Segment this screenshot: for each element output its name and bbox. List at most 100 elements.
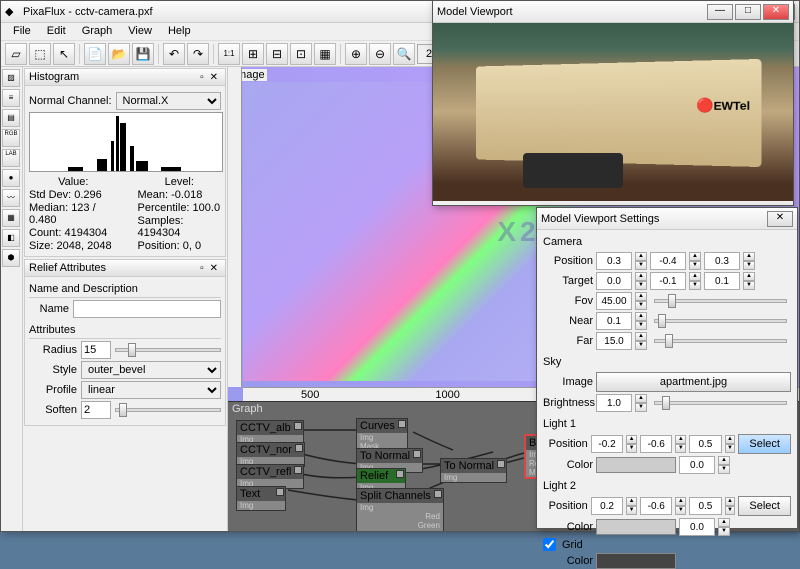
l2-y[interactable]: -0.6 xyxy=(640,497,672,515)
profile-select[interactable]: linear xyxy=(81,381,221,399)
tool-cube-icon[interactable]: ◧ xyxy=(2,229,20,247)
zoomin-icon[interactable]: ⊕ xyxy=(345,43,367,65)
camera-model: 🔴EWTel xyxy=(476,59,761,167)
l1-color[interactable] xyxy=(596,457,676,473)
camtgt-y[interactable]: -0.1 xyxy=(650,272,686,290)
l1-x[interactable]: -0.2 xyxy=(591,435,623,453)
node-curves[interactable]: CurvesImgMask xyxy=(356,418,408,452)
stat-samples: Samples: 4194304 xyxy=(138,215,221,239)
bright-input[interactable]: 1.0 xyxy=(596,394,632,412)
camera-logo: 🔴EWTel xyxy=(696,97,750,114)
menu-help[interactable]: Help xyxy=(160,23,199,40)
vp-max-button[interactable]: □ xyxy=(735,4,761,20)
sky-section: Sky xyxy=(537,354,797,370)
name-input[interactable] xyxy=(73,300,221,318)
select-icon[interactable]: ⬚ xyxy=(29,43,51,65)
soften-label: Soften xyxy=(29,404,77,416)
bright-slider[interactable] xyxy=(654,401,787,405)
soften-slider[interactable] xyxy=(115,408,221,412)
settings-window[interactable]: Model Viewport Settings✕ Camera Position… xyxy=(536,207,798,529)
grid-checkbox[interactable] xyxy=(543,538,556,551)
far-input[interactable]: 15.0 xyxy=(596,332,632,350)
radius-label: Radius xyxy=(29,344,77,356)
panel-close-icon[interactable]: ✕ xyxy=(207,263,221,274)
panel-close-icon[interactable]: ✕ xyxy=(207,72,221,83)
campos-x[interactable]: 0.3 xyxy=(596,252,632,270)
channel-select[interactable]: Normal.X xyxy=(116,92,221,110)
far-slider[interactable] xyxy=(654,339,787,343)
stat-position: Position: 0, 0 xyxy=(138,240,221,252)
l1-z[interactable]: 0.5 xyxy=(689,435,721,453)
grid3-icon[interactable]: ⊡ xyxy=(290,43,312,65)
graph-label: Graph xyxy=(232,403,263,415)
viewport-window[interactable]: Model Viewport —□✕ 🔴EWTel xyxy=(432,0,794,206)
set-close-button[interactable]: ✕ xyxy=(767,211,793,227)
undo-icon[interactable]: ↶ xyxy=(163,43,185,65)
pointer-icon[interactable]: ↖ xyxy=(53,43,75,65)
radius-input[interactable] xyxy=(81,341,111,359)
vp-min-button[interactable]: — xyxy=(707,4,733,20)
menu-graph[interactable]: Graph xyxy=(74,23,121,40)
l2-select-button[interactable]: Select xyxy=(738,496,791,516)
fit-icon[interactable]: 1:1 xyxy=(218,43,240,65)
left-toolbar: ▨ ≡ ▤ RGB LAB ● 〰 ▦ ◧ ⬢ xyxy=(1,67,23,531)
zoom-icon[interactable]: 🔍 xyxy=(393,43,415,65)
node-tonormal2[interactable]: To NormalImg xyxy=(440,458,507,483)
vp-close-button[interactable]: ✕ xyxy=(763,4,789,20)
style-select[interactable]: outer_bevel xyxy=(81,361,221,379)
tool-rgb-icon[interactable]: RGB xyxy=(2,129,20,147)
fov-label: Fov xyxy=(543,295,593,307)
save-icon[interactable]: 💾 xyxy=(132,43,154,65)
zoomout-icon[interactable]: ⊖ xyxy=(369,43,391,65)
l2-color[interactable] xyxy=(596,519,676,535)
viewport-title: Model Viewport xyxy=(437,6,707,18)
grid-color[interactable] xyxy=(596,553,676,569)
tool-sphere-icon[interactable]: ● xyxy=(2,169,20,187)
tool-layers-icon[interactable]: ≡ xyxy=(2,89,20,107)
grid4-icon[interactable]: ▦ xyxy=(314,43,336,65)
camtgt-x[interactable]: 0.0 xyxy=(596,272,632,290)
tool-3d-icon[interactable]: ⬢ xyxy=(2,249,20,267)
tool-blend-icon[interactable]: ▤ xyxy=(2,109,20,127)
menu-file[interactable]: File xyxy=(5,23,39,40)
menu-edit[interactable]: Edit xyxy=(39,23,74,40)
open-icon[interactable]: 📂 xyxy=(108,43,130,65)
attr-label: Attributes xyxy=(29,322,221,339)
app-icon: ◆ xyxy=(5,5,19,19)
new-icon[interactable]: ▱ xyxy=(5,43,27,65)
soften-input[interactable] xyxy=(81,401,111,419)
panel-float-icon[interactable]: ▫ xyxy=(197,263,207,274)
node-text[interactable]: TextImg xyxy=(236,486,286,511)
stat-stddev: Std Dev: 0.296 xyxy=(29,189,118,201)
pos-label: Position xyxy=(543,255,593,267)
camtgt-z[interactable]: 0.1 xyxy=(704,272,740,290)
tool-graph-icon[interactable]: 〰 xyxy=(2,189,20,207)
grid2-icon[interactable]: ⊟ xyxy=(266,43,288,65)
campos-z[interactable]: 0.3 xyxy=(704,252,740,270)
campos-y[interactable]: -0.4 xyxy=(650,252,686,270)
l2-x[interactable]: 0.2 xyxy=(591,497,623,515)
viewport-3d[interactable]: 🔴EWTel xyxy=(433,23,793,201)
tool-lab-icon[interactable]: LAB xyxy=(2,149,20,167)
l2-z[interactable]: 0.5 xyxy=(689,497,721,515)
panel-float-icon[interactable]: ▫ xyxy=(197,72,207,83)
fov-slider[interactable] xyxy=(654,299,787,303)
menu-view[interactable]: View xyxy=(120,23,160,40)
spin-icon[interactable]: ▲▼ xyxy=(635,252,647,270)
fov-input[interactable]: 45.00 xyxy=(596,292,632,310)
radius-slider[interactable] xyxy=(115,348,221,352)
doc-icon[interactable]: 📄 xyxy=(84,43,106,65)
skyimg-button[interactable]: apartment.jpg xyxy=(596,372,791,392)
name-label: Name xyxy=(29,303,69,315)
tool-grid-icon[interactable]: ▦ xyxy=(2,209,20,227)
tool-checker-icon[interactable]: ▨ xyxy=(2,69,20,87)
redo-icon[interactable]: ↷ xyxy=(187,43,209,65)
near-slider[interactable] xyxy=(654,319,787,323)
l1-y[interactable]: -0.6 xyxy=(640,435,672,453)
histogram-canvas[interactable] xyxy=(29,112,223,172)
node-split[interactable]: Split ChannelsImgRedGreenBlueempty xyxy=(356,488,444,531)
stat-mean: Mean: -0.018 xyxy=(138,189,221,201)
grid1-icon[interactable]: ⊞ xyxy=(242,43,264,65)
l1-select-button[interactable]: Select xyxy=(738,434,791,454)
near-input[interactable]: 0.1 xyxy=(596,312,632,330)
